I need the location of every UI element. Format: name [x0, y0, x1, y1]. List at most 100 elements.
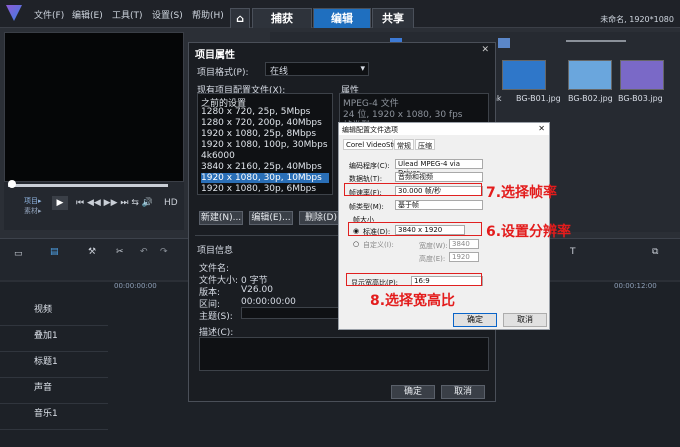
track-label: 视频	[34, 305, 53, 315]
menu-edit[interactable]: 编辑(E)	[72, 8, 103, 21]
cancel-button[interactable]: 取消	[503, 313, 547, 327]
list-item[interactable]: 1280 x 720, 25p, 5Mbps	[201, 107, 310, 117]
encoder-select[interactable]: Ulead MPEG-4 via Driver	[395, 159, 483, 177]
tracks-select[interactable]: 音频和视频	[395, 172, 483, 182]
tab-label: 压缩	[418, 142, 432, 150]
height-input[interactable]: 1920	[449, 252, 479, 262]
menu-tools[interactable]: 工具(T)	[112, 8, 143, 21]
library-thumb[interactable]	[502, 60, 546, 90]
ruler-end: 00:00:12:00	[614, 282, 657, 290]
menu-help[interactable]: 帮助(H)	[192, 8, 224, 21]
new-profile-button[interactable]: 新建(N)...	[199, 211, 243, 225]
thumb-label: BG-B02.jpg	[568, 94, 613, 103]
ok-button[interactable]: 确定	[453, 313, 497, 327]
format-label: 项目格式(P):	[197, 68, 249, 78]
list-item[interactable]: 1920 x 1080, 100p, 30Mbps	[201, 140, 328, 150]
edit-profile-button[interactable]: 编辑(E)...	[249, 211, 293, 225]
home-icon: ⌂	[236, 12, 244, 25]
resolution-highlight	[348, 222, 482, 236]
custom-label: 自定义(I):	[363, 241, 394, 249]
app-logo-icon	[6, 5, 22, 21]
tab-capture[interactable]: 捕获	[252, 8, 312, 28]
undo-icon[interactable]: ↶	[140, 247, 148, 257]
frametype-label: 帧类型(M):	[349, 203, 384, 211]
close-icon[interactable]: ✕	[481, 45, 489, 55]
height-value: 1920	[452, 253, 470, 261]
aspect-highlight	[346, 273, 482, 286]
delete-profile-button[interactable]: 删除(D)	[299, 211, 343, 225]
encoder-label: 编码程序(C):	[349, 162, 390, 170]
width-value: 3840	[452, 240, 470, 248]
tab-corel[interactable]: Corel VideoStudio	[343, 139, 408, 150]
track-video[interactable]: 视频	[0, 300, 108, 326]
redo-icon[interactable]: ↷	[160, 247, 168, 257]
height-label: 高度(E):	[419, 255, 446, 263]
profiles-list[interactable]: 之前的设置 1280 x 720, 25p, 5Mbps 1280 x 720,…	[197, 93, 333, 195]
list-item[interactable]: 1920 x 1080, 25p, 8Mbps	[201, 129, 316, 139]
track-title[interactable]: 标题1	[0, 352, 108, 378]
clip-mode-label[interactable]: 素材▸	[24, 206, 42, 216]
library-thumb[interactable]	[568, 60, 612, 90]
framerate-highlight	[344, 183, 482, 196]
menu-settings[interactable]: 设置(S)	[152, 8, 183, 21]
project-title: 未命名, 1920*1080	[600, 15, 674, 24]
timeline-view-icon[interactable]: ▤	[50, 247, 59, 257]
tab-general[interactable]: 常规	[394, 139, 414, 150]
dialog-title: 项目属性	[195, 50, 235, 61]
player-controls: 项目▸ 素材▸ ▶ ⏮ ◀◀ ▶▶ ⏭ ⇆ 🔊 HD	[4, 180, 184, 230]
transport-icons[interactable]: ⏮ ◀◀ ▶▶ ⏭ ⇆ 🔊	[76, 198, 153, 208]
width-input[interactable]: 3840	[449, 239, 479, 249]
scrubber-handle[interactable]	[8, 180, 16, 188]
video-filter-icon[interactable]	[498, 38, 510, 48]
track-label: 叠加1	[34, 331, 58, 341]
project-mode-label[interactable]: 项目▸	[24, 196, 42, 206]
info-label: 主题(S):	[199, 312, 233, 322]
play-icon[interactable]: ▶	[52, 196, 68, 210]
hd-label[interactable]: HD	[164, 198, 178, 208]
library-thumb[interactable]	[620, 60, 664, 90]
scrubber-bar[interactable]	[8, 184, 168, 187]
track-music[interactable]: 音乐1	[0, 404, 108, 430]
title-tool-icon[interactable]: T	[570, 247, 576, 257]
tab-label: 常规	[397, 142, 411, 150]
fx-icon[interactable]: ⧉	[652, 247, 658, 257]
thumb-size-slider[interactable]	[566, 40, 626, 42]
width-label: 宽度(W):	[419, 242, 448, 250]
format-value: 在线	[270, 67, 289, 77]
dialog-title: 编辑配置文件选项	[342, 126, 398, 134]
annotation-resolution: 6.设置分辨率	[486, 224, 572, 240]
track-voice[interactable]: 声音	[0, 378, 108, 404]
home-tab[interactable]: ⌂	[230, 8, 250, 28]
radio-custom[interactable]: ○	[353, 240, 359, 248]
storyboard-icon[interactable]: ▭	[14, 249, 23, 259]
tools-icon[interactable]: ⚒	[88, 247, 96, 257]
chevron-down-icon: ▾	[360, 64, 365, 74]
list-item-selected[interactable]: 1920 x 1080, 30p, 10Mbps	[201, 173, 329, 183]
tracks-value: 音频和视频	[398, 173, 433, 181]
list-item[interactable]: 1280 x 720, 200p, 40Mbps	[201, 118, 322, 128]
close-icon[interactable]: ✕	[538, 124, 545, 133]
preview-window	[4, 32, 184, 182]
track-overlay[interactable]: 叠加1	[0, 326, 108, 352]
list-item[interactable]: 1920 x 1080, 30p, 6Mbps	[201, 184, 316, 194]
ruler-start: 00:00:00:00	[114, 282, 157, 290]
annotation-framerate: 7.选择帧率	[486, 185, 558, 201]
ok-button[interactable]: 确定	[391, 385, 435, 399]
track-label: 音乐1	[34, 409, 58, 419]
format-select[interactable]: 在线 ▾	[265, 62, 369, 77]
list-item[interactable]: 3840 x 2160, 25p, 40Mbps	[201, 162, 322, 172]
tab-compression[interactable]: 压缩	[415, 139, 435, 150]
dialog-titlebar: 编辑配置文件选项 ✕	[339, 123, 549, 135]
frametype-value: 基于帧	[398, 201, 419, 209]
info-value: 00:00:00:00	[241, 297, 296, 307]
menu-file[interactable]: 文件(F)	[34, 8, 64, 21]
list-item[interactable]: 4k6000	[201, 151, 235, 161]
cancel-button[interactable]: 取消	[441, 385, 485, 399]
annotation-aspect: 8.选择宽高比	[370, 293, 456, 309]
frametype-select[interactable]: 基于帧	[395, 200, 483, 210]
tab-edit[interactable]: 编辑	[313, 8, 371, 28]
tab-share[interactable]: 共享	[372, 8, 414, 28]
scissors-icon[interactable]: ✂	[116, 247, 124, 257]
description-input[interactable]	[199, 337, 489, 371]
track-label: 声音	[34, 383, 53, 393]
